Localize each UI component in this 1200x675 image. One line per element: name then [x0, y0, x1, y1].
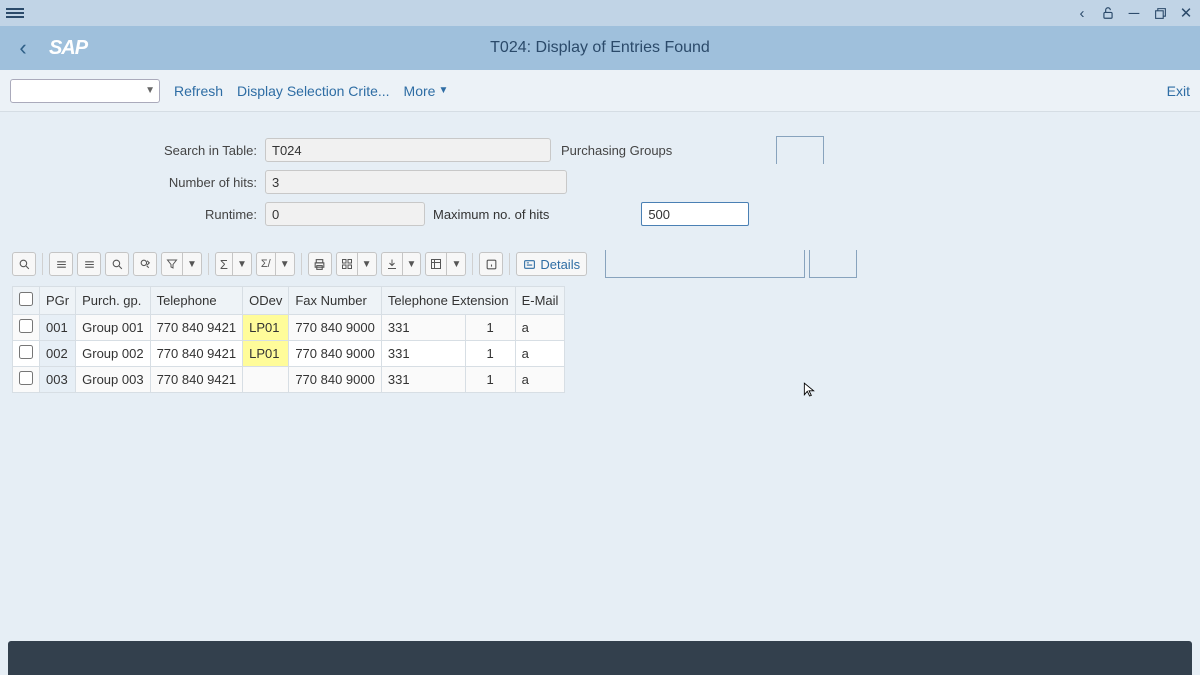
lock-open-icon[interactable] [1100, 5, 1116, 21]
col-fax[interactable]: Fax Number [289, 287, 382, 315]
more-menu[interactable]: More▼ [404, 83, 449, 99]
display-selection-link[interactable]: Display Selection Crite... [237, 83, 390, 99]
sum-button[interactable]: Σ ▼ [215, 252, 252, 276]
cell-telephone: 770 840 9421 [150, 341, 243, 367]
restore-icon[interactable] [1152, 5, 1168, 21]
col-pgr[interactable]: PGr [40, 287, 76, 315]
cell-email: a [515, 367, 565, 393]
table-row[interactable]: 003Group 003770 840 9421 770 840 90003311… [13, 367, 565, 393]
cell-pgr: 002 [40, 341, 76, 367]
max-hits-field[interactable]: 500 [641, 202, 749, 226]
cell-pgr: 003 [40, 367, 76, 393]
col-odev[interactable]: ODev [243, 287, 289, 315]
zoom-icon[interactable] [12, 252, 36, 276]
col-purchgp[interactable]: Purch. gp. [76, 287, 150, 315]
close-icon[interactable]: ✕ [1178, 5, 1194, 21]
app-toolbar: ▼ Refresh Display Selection Crite... Mor… [0, 70, 1200, 112]
layout-button[interactable]: ▼ [425, 252, 466, 276]
cell-purchgp: Group 001 [76, 315, 150, 341]
chevron-down-icon[interactable]: ▼ [358, 259, 376, 270]
cell-fax: 770 840 9000 [289, 315, 382, 341]
print-icon[interactable] [308, 252, 332, 276]
max-hits-label: Maximum no. of hits [433, 207, 555, 222]
cell-telext: 331 [381, 341, 465, 367]
decorative-box-bottom-right [809, 250, 857, 278]
row-checkbox[interactable] [13, 315, 40, 341]
select-all-checkbox-header[interactable] [13, 287, 40, 315]
row-checkbox[interactable] [13, 367, 40, 393]
form-area: Search in Table: T024 Purchasing Groups … [0, 112, 1200, 244]
chevron-left-icon[interactable]: ‹ [1074, 5, 1090, 21]
window-bar: ‹ ─ ✕ [0, 0, 1200, 26]
menu-icon[interactable] [6, 6, 24, 20]
table-row[interactable]: 002Group 002770 840 9421LP01770 840 9000… [13, 341, 565, 367]
result-table: PGr Purch. gp. Telephone ODev Fax Number… [12, 286, 1188, 393]
back-button[interactable]: ‹ [8, 33, 38, 63]
details-label: Details [540, 257, 580, 272]
chevron-down-icon[interactable]: ▼ [233, 259, 251, 270]
cell-purchgp: Group 002 [76, 341, 150, 367]
cell-ext2: 1 [465, 315, 515, 341]
minimize-icon[interactable]: ─ [1126, 5, 1142, 21]
cell-purchgp: Group 003 [76, 367, 150, 393]
cell-odev: LP01 [243, 315, 289, 341]
exit-link[interactable]: Exit [1167, 83, 1190, 99]
cell-fax: 770 840 9000 [289, 341, 382, 367]
cell-email: a [515, 315, 565, 341]
subtotal-button[interactable]: Σ/ ▼ [256, 252, 295, 276]
cell-pgr: 001 [40, 315, 76, 341]
sap-logo: SAP [38, 37, 98, 60]
runtime-label: Runtime: [10, 207, 265, 222]
search-in-table-label: Search in Table: [10, 143, 265, 158]
find-next-icon[interactable] [133, 252, 157, 276]
details-button[interactable]: Details [516, 252, 587, 276]
title-bar: ‹ SAP T024: Display of Entries Found [0, 26, 1200, 70]
status-bar [8, 641, 1192, 675]
cell-fax: 770 840 9000 [289, 367, 382, 393]
cell-telephone: 770 840 9421 [150, 315, 243, 341]
decorative-box-bottom-left [605, 250, 805, 278]
col-telext[interactable]: Telephone Extension [381, 287, 515, 315]
page-title: T024: Display of Entries Found [98, 39, 1102, 57]
search-in-table-field[interactable]: T024 [265, 138, 551, 162]
cell-telephone: 770 840 9421 [150, 367, 243, 393]
chevron-down-icon[interactable]: ▼ [403, 259, 421, 270]
cell-telext: 331 [381, 315, 465, 341]
find-icon[interactable] [105, 252, 129, 276]
chevron-down-icon[interactable]: ▼ [183, 259, 201, 270]
command-field[interactable]: ▼ [10, 79, 160, 103]
table-description: Purchasing Groups [555, 143, 672, 158]
cell-ext2: 1 [465, 341, 515, 367]
select-all-icon[interactable] [49, 252, 73, 276]
cell-ext2: 1 [465, 367, 515, 393]
table-row[interactable]: 001Group 001770 840 9421LP01770 840 9000… [13, 315, 565, 341]
row-checkbox[interactable] [13, 341, 40, 367]
view-button[interactable]: ▼ [336, 252, 377, 276]
cell-odev: LP01 [243, 341, 289, 367]
cell-odev [243, 367, 289, 393]
runtime-field: 0 [265, 202, 425, 226]
number-of-hits-field: 3 [265, 170, 567, 194]
more-label: More [404, 83, 436, 99]
number-of-hits-label: Number of hits: [10, 175, 265, 190]
chevron-down-icon[interactable]: ▼ [276, 259, 294, 270]
chevron-down-icon[interactable]: ▼ [447, 259, 465, 270]
col-email[interactable]: E-Mail [515, 287, 565, 315]
decorative-box-top [776, 136, 824, 164]
deselect-all-icon[interactable] [77, 252, 101, 276]
col-telephone[interactable]: Telephone [150, 287, 243, 315]
cell-telext: 331 [381, 367, 465, 393]
refresh-link[interactable]: Refresh [174, 83, 223, 99]
alv-toolbar: ▼ Σ ▼ Σ/ ▼ ▼ ▼ ▼ Details [0, 244, 1200, 286]
cell-email: a [515, 341, 565, 367]
info-icon[interactable] [479, 252, 503, 276]
export-button[interactable]: ▼ [381, 252, 422, 276]
chevron-down-icon: ▼ [438, 85, 448, 96]
filter-button[interactable]: ▼ [161, 252, 202, 276]
